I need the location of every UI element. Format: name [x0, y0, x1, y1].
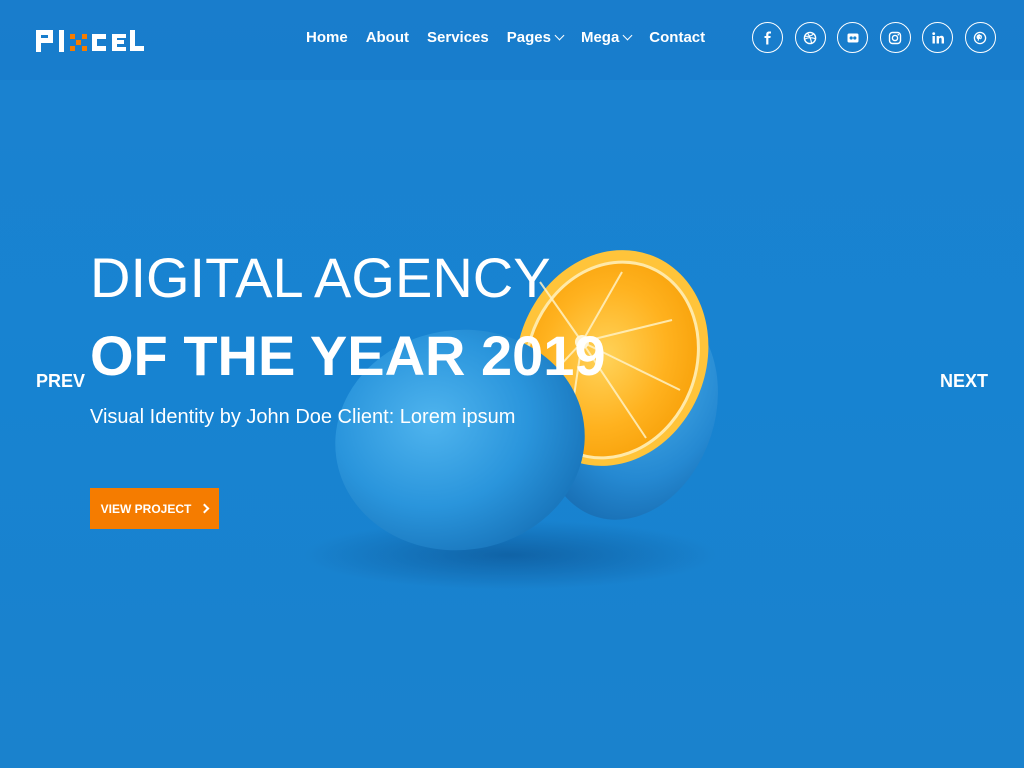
- nav-item-contact[interactable]: Contact: [649, 29, 705, 46]
- nav-item-label: Mega: [580, 29, 620, 46]
- chevron-down-icon: [554, 30, 565, 41]
- nav-item-label: Home: [306, 29, 348, 46]
- view-project-label: VIEW PROJECT: [100, 501, 192, 516]
- logo[interactable]: [36, 26, 144, 54]
- next-slide-button[interactable]: NEXT: [940, 371, 988, 392]
- social-links: [752, 22, 1007, 53]
- prev-slide-button[interactable]: PREV: [36, 371, 85, 392]
- nav-item-label: Pages: [506, 29, 551, 46]
- dribbble-icon: [803, 31, 817, 44]
- dribbble-link[interactable]: [794, 22, 826, 53]
- view-project-button[interactable]: VIEW PROJECT: [90, 488, 219, 529]
- linkedin-icon: [931, 31, 944, 43]
- nav-item-about[interactable]: About: [366, 29, 409, 46]
- instagram-icon: [888, 31, 902, 44]
- instagram-link[interactable]: [879, 22, 911, 53]
- hero-section: Home About Services Pages Mega Contact D…: [0, 0, 1024, 768]
- chevron-right-icon: [199, 503, 210, 514]
- nav-item-home[interactable]: Home: [306, 29, 348, 46]
- facebook-link[interactable]: [752, 22, 783, 53]
- linkedin-link[interactable]: [922, 22, 953, 53]
- nav-item-mega[interactable]: Mega: [580, 29, 633, 46]
- flickr-icon: [847, 33, 858, 42]
- nav-item-pages[interactable]: Pages: [506, 29, 565, 46]
- hero-subtitle: Visual Identity by John Doe Client: Lore…: [90, 406, 516, 428]
- nav-item-label: Contact: [649, 29, 706, 46]
- nav-item-label: Services: [427, 29, 489, 46]
- pinterest-icon: [973, 31, 987, 44]
- chevron-down-icon: [622, 30, 633, 41]
- facebook-icon: [764, 31, 771, 44]
- main-nav: Home About Services Pages Mega Contact: [306, 29, 723, 46]
- nav-item-services[interactable]: Services: [427, 29, 489, 46]
- nav-item-label: About: [365, 29, 410, 46]
- flickr-link[interactable]: [837, 22, 868, 53]
- hero-title-line2: OF THE YEAR 2019: [90, 324, 606, 387]
- hero-title-line1: DIGITAL AGENCY: [90, 246, 551, 309]
- pinterest-link[interactable]: [964, 22, 996, 53]
